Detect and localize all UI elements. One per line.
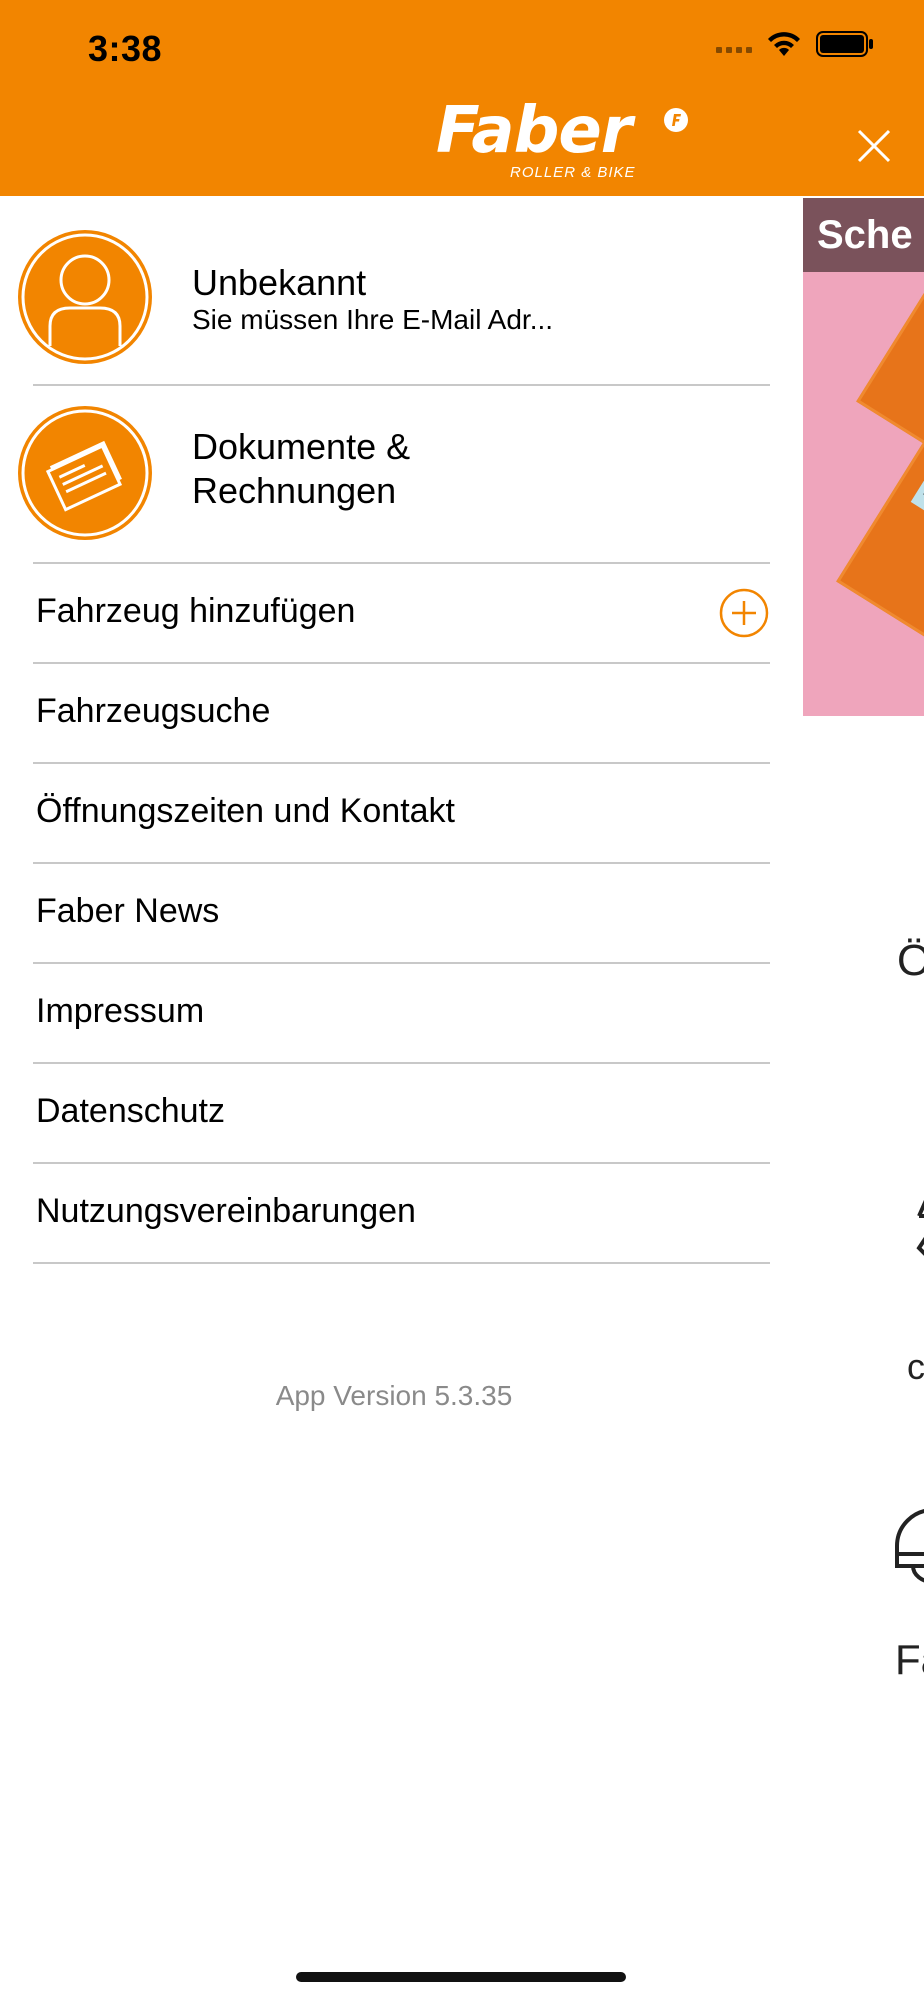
profile-row[interactable]: Unbekannt Sie müssen Ihre E-Mail Adr... <box>0 196 770 384</box>
background-text: Ö <box>897 936 924 985</box>
background-text: c <box>907 1346 924 1387</box>
profile-subtitle: Sie müssen Ihre E-Mail Adr... <box>192 304 554 335</box>
background-screen: Nur Originalgutschein Nur Originalgutsch… <box>803 196 924 2000</box>
documents-icon <box>21 409 149 537</box>
faber-logo: Faber ROLLER & BIKE <box>436 94 696 190</box>
profile-name: Unbekannt <box>192 262 367 303</box>
menu-item-opening-hours[interactable]: Öffnungszeiten und Kontakt <box>0 764 770 862</box>
close-icon <box>857 129 891 163</box>
logo-text: Faber <box>436 94 632 168</box>
promo-product-image: Nur Originalgutschein <box>836 440 924 702</box>
menu-item-label: Datenschutz <box>36 1092 225 1130</box>
user-icon <box>21 233 149 361</box>
menu-item-label: Nutzungsvereinbarungen <box>36 1192 416 1230</box>
side-drawer: Unbekannt Sie müssen Ihre E-Mail Adr... … <box>0 196 803 2000</box>
logo-f-mark-icon <box>664 108 688 132</box>
app-header: 3:38 Faber ROLLER & BIKE <box>0 0 924 196</box>
menu-item-label: Fahrzeug hinzufügen <box>36 592 356 630</box>
status-icons <box>716 30 874 58</box>
logo-subtitle: ROLLER & BIKE <box>510 164 636 181</box>
wifi-icon <box>768 32 800 56</box>
avatar <box>18 230 152 364</box>
background-text: Fa <box>895 1636 924 1683</box>
documents-label-line1: Dokumente & <box>192 426 411 467</box>
battery-icon <box>816 31 873 57</box>
menu-item-label: Faber News <box>36 892 220 930</box>
background-partial-icon <box>916 1199 924 1256</box>
divider <box>33 1262 770 1264</box>
documents-avatar <box>18 406 152 540</box>
background-partial-icon <box>895 1509 924 1583</box>
promo-title: Sche <box>803 198 924 272</box>
app-version: App Version 5.3.35 <box>275 1380 513 1411</box>
menu-item-label: Impressum <box>36 992 205 1030</box>
status-time: 3:38 <box>88 28 163 69</box>
plus-circle-icon[interactable] <box>719 588 769 638</box>
menu-item-terms-of-use[interactable]: Nutzungsvereinbarungen <box>0 1164 770 1262</box>
menu-item-add-vehicle[interactable]: Fahrzeug hinzufügen <box>0 564 770 662</box>
cellular-signal-icon <box>716 35 752 53</box>
menu-item-faber-news[interactable]: Faber News <box>0 864 770 962</box>
menu-item-label: Öffnungszeiten und Kontakt <box>36 792 456 830</box>
documents-row[interactable]: Dokumente & Rechnungen <box>0 386 770 562</box>
menu-item-label: Fahrzeugsuche <box>36 692 271 730</box>
menu-item-vehicle-search[interactable]: Fahrzeugsuche <box>0 664 770 762</box>
close-button[interactable] <box>854 126 894 166</box>
home-indicator[interactable] <box>296 1972 626 1982</box>
promo-banner[interactable]: Nur Originalgutschein Nur Originalgutsch… <box>803 198 924 716</box>
menu-item-imprint[interactable]: Impressum <box>0 964 770 1062</box>
menu-item-privacy[interactable]: Datenschutz <box>0 1064 770 1162</box>
documents-label-line2: Rechnungen <box>192 470 397 511</box>
